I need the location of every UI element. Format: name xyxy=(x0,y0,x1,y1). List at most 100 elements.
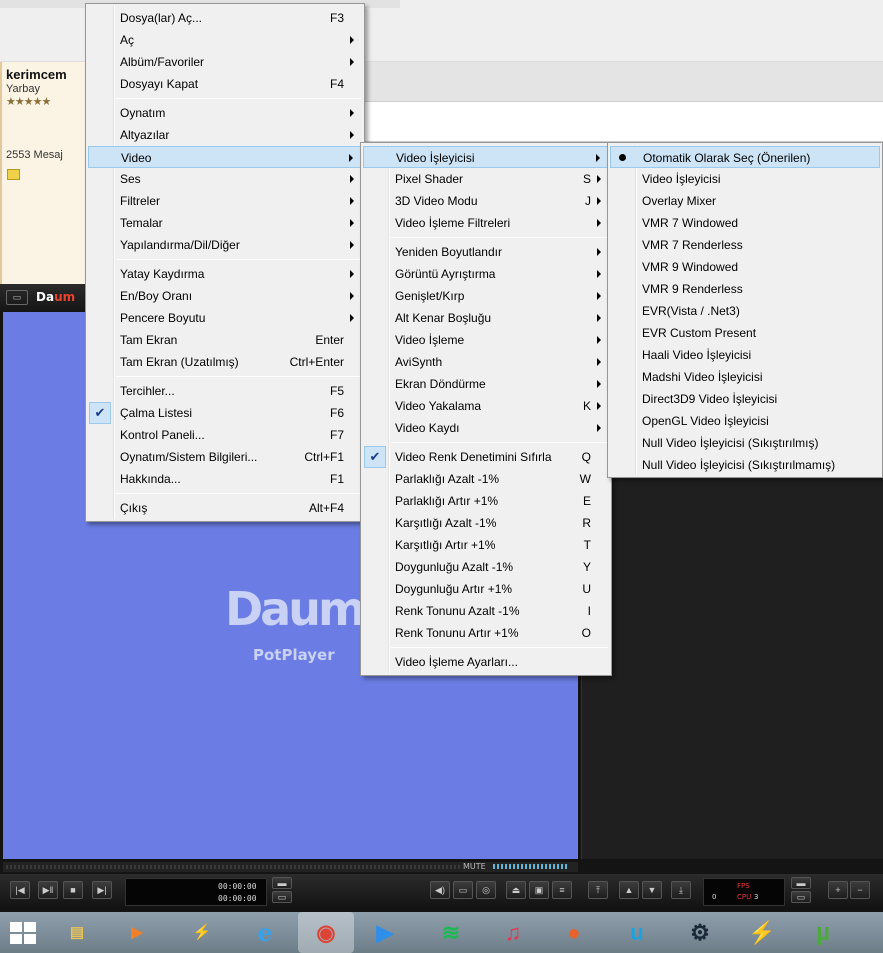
main-menu-item-album-favoriler[interactable]: Albüm/Favoriler xyxy=(88,51,362,73)
renderer-menu-item-null-video-isleyicisi-sikistirilmis[interactable]: Null Video İşleyicisi (Sıkıştırılmış) xyxy=(610,432,880,454)
renderer-menu-item-evr-vista-net3[interactable]: EVR(Vista / .Net3) xyxy=(610,300,880,322)
video-menu-item-renk-tonunu-azalt-1[interactable]: Renk Tonunu Azalt -1% I xyxy=(363,600,609,622)
video-menu-item-video-renk-denetimini-sifirla[interactable]: ✔ Video Renk Denetimini Sıfırla Q xyxy=(363,446,609,468)
video-menu-item-video-isleme-filtreleri[interactable]: Video İşleme Filtreleri xyxy=(363,212,609,234)
video-menu-item-video-isleme[interactable]: Video İşleme xyxy=(363,329,609,351)
video-menu-item-video-isleme-ayarlari[interactable]: Video İşleme Ayarları... xyxy=(363,651,609,673)
renderer-menu-item-video-isleyicisi[interactable]: Video İşleyicisi xyxy=(610,168,880,190)
move-up-icon[interactable]: ▲ xyxy=(619,881,639,899)
renderer-menu-item-madshi-video-isleyicisi[interactable]: Madshi Video İşleyicisi xyxy=(610,366,880,388)
lightning-icon[interactable]: ⚡ xyxy=(745,916,779,950)
winamp-icon[interactable]: ⚡ xyxy=(185,916,219,950)
main-menu-item-dosya-lar-ac[interactable]: Dosya(lar) Aç... F3 xyxy=(88,7,362,29)
forum-username[interactable]: kerimcem xyxy=(6,67,67,82)
renderer-menu-item-null-video-isleyicisi-sikistirilmamis[interactable]: Null Video İşleyicisi (Sıkıştırılmamış) xyxy=(610,454,880,476)
menu-icon[interactable]: ▭ xyxy=(6,290,28,305)
media-player-icon[interactable]: ▶ xyxy=(120,916,154,950)
video-menu-item-video-isleyicisi[interactable]: Video İşleyicisi xyxy=(363,146,609,168)
file-explorer-icon[interactable]: ▤ xyxy=(60,916,94,950)
potplayer-taskbar-icon[interactable]: ▶ xyxy=(368,916,402,950)
video-menu-item-goruntu-ayristirma[interactable]: Görüntü Ayrıştırma xyxy=(363,263,609,285)
renderer-menu-item-vmr-9-windowed[interactable]: VMR 9 Windowed xyxy=(610,256,880,278)
main-menu-item-altyazilar[interactable]: Altyazılar xyxy=(88,124,362,146)
playlist-icon[interactable]: ≡ xyxy=(552,881,572,899)
itunes-icon[interactable]: ♫ xyxy=(496,916,530,950)
maps-icon[interactable]: ● xyxy=(557,916,591,950)
playlist-top-icon[interactable]: ⤒ xyxy=(588,881,608,899)
video-menu-item-parlakligi-azalt-1[interactable]: Parlaklığı Azalt -1% W xyxy=(363,468,609,490)
seek-track[interactable] xyxy=(6,865,461,869)
main-menu-item-temalar[interactable]: Temalar xyxy=(88,212,362,234)
video-menu-item-pixel-shader[interactable]: Pixel Shader S xyxy=(363,168,609,190)
video-menu-item-doygunlugu-azalt-1[interactable]: Doygunluğu Azalt -1% Y xyxy=(363,556,609,578)
previous-icon[interactable]: |◀ xyxy=(10,881,30,899)
remove-icon[interactable]: − xyxy=(850,881,870,899)
main-menu-item-tercihler[interactable]: Tercihler... F5 xyxy=(88,380,362,402)
main-menu-item-oynatim[interactable]: Oynatım xyxy=(88,102,362,124)
renderer-menu-item-haali-video-isleyicisi[interactable]: Haali Video İşleyicisi xyxy=(610,344,880,366)
video-menu-item-ekran-dondurme[interactable]: Ekran Döndürme xyxy=(363,373,609,395)
stop-icon[interactable]: ■ xyxy=(63,881,83,899)
video-menu-item-renk-tonunu-artir-1[interactable]: Renk Tonunu Artır +1% O xyxy=(363,622,609,644)
3d-icon[interactable]: ◎ xyxy=(476,881,496,899)
main-menu-item-dosyayi-kapat[interactable]: Dosyayı Kapat F4 xyxy=(88,73,362,95)
windows-start-icon[interactable] xyxy=(10,922,36,944)
volume-bar[interactable] xyxy=(493,864,569,869)
video-menu-item-alt-kenar-boslugu[interactable]: Alt Kenar Boşluğu xyxy=(363,307,609,329)
video-menu-item-karsitligi-artir-1[interactable]: Karşıtlığı Artır +1% T xyxy=(363,534,609,556)
post-icon[interactable] xyxy=(7,169,20,180)
main-menu-item-tam-ekran[interactable]: Tam Ekran Enter xyxy=(88,329,362,351)
playlist-panel[interactable] xyxy=(581,474,883,859)
video-menu-item-video-yakalama[interactable]: Video Yakalama K xyxy=(363,395,609,417)
main-menu-item-ses[interactable]: Ses xyxy=(88,168,362,190)
video-menu-item-yeniden-boyutlandir[interactable]: Yeniden Boyutlandır xyxy=(363,241,609,263)
main-menu-item-tam-ekran-uzatilmis[interactable]: Tam Ekran (Uzatılmış) Ctrl+Enter xyxy=(88,351,362,373)
subtitle-icon[interactable]: ▭ xyxy=(453,881,473,899)
main-menu-item-oynatim-sistem-bilgileri[interactable]: Oynatım/Sistem Bilgileri... Ctrl+F1 xyxy=(88,446,362,468)
chrome-icon[interactable]: ◉ xyxy=(298,912,354,953)
renderer-menu-item-vmr-7-windowed[interactable]: VMR 7 Windowed xyxy=(610,212,880,234)
steam-icon[interactable]: ⚙ xyxy=(683,916,717,950)
uplay-icon[interactable]: u xyxy=(620,916,654,950)
renderer-menu-item-evr-custom-present[interactable]: EVR Custom Present xyxy=(610,322,880,344)
minimize-icon[interactable]: ▬ xyxy=(272,877,292,889)
main-menu-item-video[interactable]: Video xyxy=(88,146,362,168)
video-menu-item-video-kaydi[interactable]: Video Kaydı xyxy=(363,417,609,439)
main-menu-item-yatay-kaydirma[interactable]: Yatay Kaydırma xyxy=(88,263,362,285)
main-menu-item-pencere-boyutu[interactable]: Pencere Boyutu xyxy=(88,307,362,329)
main-menu-item-kontrol-paneli[interactable]: Kontrol Paneli... F7 xyxy=(88,424,362,446)
main-menu-item-ac[interactable]: Aç xyxy=(88,29,362,51)
move-down-icon[interactable]: ▼ xyxy=(642,881,662,899)
utorrent-icon[interactable]: µ xyxy=(806,916,840,950)
video-menu-item-karsitligi-azalt-1[interactable]: Karşıtlığı Azalt -1% R xyxy=(363,512,609,534)
video-menu-item-genislet-kirp[interactable]: Genişlet/Kırp xyxy=(363,285,609,307)
restore-icon[interactable]: ▭ xyxy=(272,891,292,903)
main-menu-item-calma-listesi[interactable]: ✔ Çalma Listesi F6 xyxy=(88,402,362,424)
speaker-icon[interactable]: ◀) xyxy=(430,881,450,899)
main-menu-item-en-boy-orani[interactable]: En/Boy Oranı xyxy=(88,285,362,307)
playlist-bottom-icon[interactable]: ⤓ xyxy=(671,881,691,899)
play-pause-icon[interactable]: ▶‖ xyxy=(38,881,58,899)
seek-bar[interactable]: MUTE xyxy=(3,862,578,872)
renderer-menu-item-overlay-mixer[interactable]: Overlay Mixer xyxy=(610,190,880,212)
spotify-icon[interactable]: ≋ xyxy=(434,916,468,950)
panel-restore-icon[interactable]: ▭ xyxy=(791,891,811,903)
main-menu-item-filtreler[interactable]: Filtreler xyxy=(88,190,362,212)
internet-explorer-icon[interactable]: e xyxy=(248,916,282,950)
capture-icon[interactable]: ▣ xyxy=(529,881,549,899)
eject-icon[interactable]: ⏏ xyxy=(506,881,526,899)
renderer-menu-item-otomatik-olarak-sec-onerilen[interactable]: Otomatik Olarak Seç (Önerilen) xyxy=(610,146,880,168)
daum-logo[interactable]: Daum xyxy=(36,290,75,304)
renderer-menu-item-opengl-video-isleyicisi[interactable]: OpenGL Video İşleyicisi xyxy=(610,410,880,432)
add-icon[interactable]: + xyxy=(828,881,848,899)
renderer-menu-item-vmr-7-renderless[interactable]: VMR 7 Renderless xyxy=(610,234,880,256)
video-menu-item-3d-video-modu[interactable]: 3D Video Modu J xyxy=(363,190,609,212)
video-menu-item-doygunlugu-artir-1[interactable]: Doygunluğu Artır +1% U xyxy=(363,578,609,600)
panel-minimize-icon[interactable]: ▬ xyxy=(791,877,811,889)
video-menu-item-parlakligi-artir-1[interactable]: Parlaklığı Artır +1% E xyxy=(363,490,609,512)
main-menu-item-hakkinda[interactable]: Hakkında... F1 xyxy=(88,468,362,490)
video-menu-item-avisynth[interactable]: AviSynth xyxy=(363,351,609,373)
renderer-menu-item-direct3d9-video-isleyicisi[interactable]: Direct3D9 Video İşleyicisi xyxy=(610,388,880,410)
main-menu-item-cikis[interactable]: Çıkış Alt+F4 xyxy=(88,497,362,519)
next-icon[interactable]: ▶| xyxy=(92,881,112,899)
